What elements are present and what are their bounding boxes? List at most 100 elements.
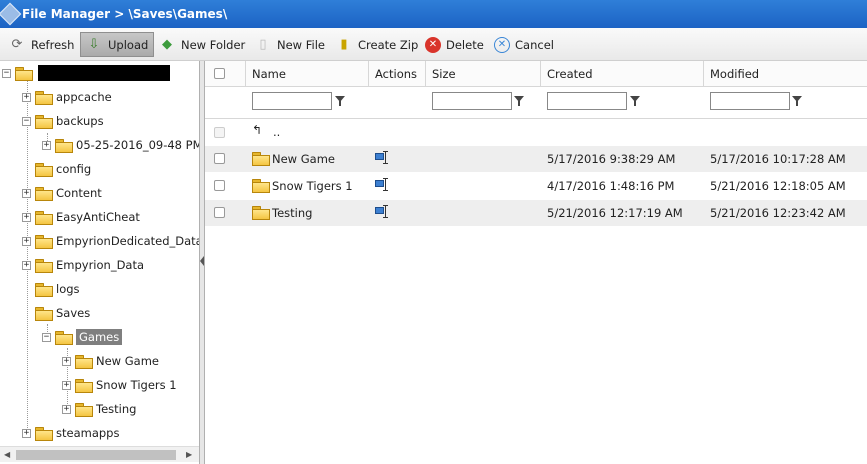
column-header-name[interactable]: Name bbox=[246, 61, 369, 87]
tree-item-games[interactable]: − Games bbox=[42, 328, 123, 346]
size-filter-icon[interactable] bbox=[514, 96, 524, 106]
column-header-size[interactable]: Size bbox=[426, 61, 541, 87]
folder-icon bbox=[252, 206, 270, 220]
tree-item-snow-tigers-1[interactable]: + Snow Tigers 1 bbox=[62, 376, 177, 394]
tree-item-config[interactable]: config bbox=[22, 160, 91, 178]
create-zip-button[interactable]: ▮ Create Zip bbox=[331, 32, 423, 57]
expand-icon[interactable]: + bbox=[22, 236, 31, 246]
folder-tree: − + appcache − backups + 05-25-2016_09-4… bbox=[0, 61, 200, 464]
row-checkbox bbox=[214, 127, 225, 138]
collapse-icon[interactable]: − bbox=[2, 68, 11, 78]
column-header-actions: Actions bbox=[369, 61, 426, 87]
folder-icon bbox=[35, 211, 53, 225]
folder-icon bbox=[35, 235, 53, 249]
folder-icon bbox=[35, 283, 53, 297]
size-filter-input[interactable] bbox=[432, 92, 512, 110]
redacted-root-name bbox=[38, 65, 170, 81]
tree-item-backup-date[interactable]: + 05-25-2016_09-48 PM bbox=[42, 136, 199, 154]
folder-icon bbox=[35, 91, 53, 105]
modified-date: 5/17/2016 10:17:28 AM bbox=[710, 152, 846, 166]
upload-button[interactable]: ⇩ Upload bbox=[80, 32, 155, 57]
table-row[interactable]: New Game 5/17/2016 9:38:29 AM 5/17/2016 … bbox=[205, 146, 867, 172]
new-folder-button[interactable]: ◆ New Folder bbox=[154, 32, 250, 57]
expand-icon[interactable]: + bbox=[42, 140, 51, 150]
name-filter-icon[interactable] bbox=[335, 96, 345, 106]
tree-item-content[interactable]: + Content bbox=[22, 184, 102, 202]
tree-item-backups[interactable]: − backups bbox=[22, 112, 104, 130]
expand-icon[interactable]: + bbox=[22, 428, 31, 438]
column-header-created[interactable]: Created bbox=[541, 61, 704, 87]
collapse-icon[interactable]: − bbox=[42, 332, 51, 342]
cancel-icon: ✕ bbox=[494, 36, 510, 53]
modified-date: 5/21/2016 12:23:42 AM bbox=[710, 206, 846, 220]
delete-button[interactable]: ✕ Delete bbox=[421, 32, 489, 57]
expand-icon[interactable]: + bbox=[22, 260, 31, 270]
tree-horizontal-scrollbar[interactable]: ◀ ▶ bbox=[0, 446, 199, 462]
modified-filter-input[interactable] bbox=[710, 92, 790, 110]
tree-item-easyanticheat[interactable]: + EasyAntiCheat bbox=[22, 208, 140, 226]
table-row[interactable]: Testing 5/21/2016 12:17:19 AM 5/21/2016 … bbox=[205, 200, 867, 226]
folder-icon bbox=[75, 379, 93, 393]
folder-icon bbox=[75, 355, 93, 369]
name-filter-input[interactable] bbox=[252, 92, 332, 110]
row-checkbox[interactable] bbox=[214, 207, 225, 218]
file-name[interactable]: New Game bbox=[272, 152, 335, 166]
tree-item-logs[interactable]: logs bbox=[22, 280, 80, 298]
refresh-icon: ⟳ bbox=[11, 37, 23, 52]
collapse-pane-icon[interactable] bbox=[200, 256, 204, 266]
tree-item-empyriondedicated-data[interactable]: + EmpyrionDedicated_Data bbox=[22, 232, 199, 250]
tree-item-steamapps[interactable]: + steamapps bbox=[22, 424, 119, 442]
zip-icon: ▮ bbox=[340, 37, 348, 52]
table-row[interactable]: Snow Tigers 1 4/17/2016 1:48:16 PM 5/21/… bbox=[205, 173, 867, 199]
folder-icon bbox=[35, 307, 53, 321]
rename-icon[interactable] bbox=[375, 205, 391, 219]
rename-icon[interactable] bbox=[375, 178, 391, 192]
scrollbar-thumb[interactable] bbox=[16, 450, 176, 460]
rename-icon[interactable] bbox=[375, 151, 391, 165]
file-name[interactable]: Testing bbox=[272, 206, 312, 220]
folder-icon bbox=[55, 331, 73, 345]
tree-item-saves[interactable]: Saves bbox=[22, 304, 90, 322]
folder-icon bbox=[35, 187, 53, 201]
select-all-header bbox=[205, 61, 246, 87]
folder-icon bbox=[35, 259, 53, 273]
file-name[interactable]: Snow Tigers 1 bbox=[272, 179, 353, 193]
created-date: 5/21/2016 12:17:19 AM bbox=[547, 206, 683, 220]
row-checkbox[interactable] bbox=[214, 153, 225, 164]
tree-item-testing[interactable]: + Testing bbox=[62, 400, 136, 418]
column-header-modified[interactable]: Modified bbox=[704, 61, 867, 87]
toolbar: ⟳ Refresh ⇩ Upload ◆ New Folder ▯ New Fi… bbox=[0, 28, 867, 61]
select-all-checkbox[interactable] bbox=[214, 68, 225, 79]
expand-icon[interactable]: + bbox=[22, 212, 31, 222]
tree-root[interactable]: − bbox=[2, 64, 170, 82]
modified-filter-icon[interactable] bbox=[792, 96, 802, 106]
tree-item-appcache[interactable]: + appcache bbox=[22, 88, 112, 106]
tree-item-empyrion-data[interactable]: + Empyrion_Data bbox=[22, 256, 144, 274]
created-date: 4/17/2016 1:48:16 PM bbox=[547, 179, 675, 193]
filter-row bbox=[205, 88, 867, 119]
folder-icon bbox=[35, 163, 53, 177]
expand-icon[interactable]: + bbox=[62, 404, 71, 414]
expand-icon[interactable]: + bbox=[22, 188, 31, 198]
new-folder-icon: ◆ bbox=[162, 37, 172, 52]
parent-directory-row[interactable]: ↰ .. bbox=[205, 119, 867, 145]
created-filter-input[interactable] bbox=[547, 92, 627, 110]
title-bar: File Manager > \Saves\Games\ bbox=[0, 0, 867, 28]
folder-icon bbox=[15, 67, 33, 81]
scroll-left-icon[interactable]: ◀ bbox=[4, 450, 10, 459]
folder-icon bbox=[55, 139, 73, 153]
scroll-right-icon[interactable]: ▶ bbox=[186, 450, 192, 459]
folder-icon bbox=[252, 179, 270, 193]
row-checkbox[interactable] bbox=[214, 180, 225, 191]
new-file-button[interactable]: ▯ New File bbox=[250, 32, 330, 57]
delete-icon: ✕ bbox=[425, 36, 441, 53]
created-filter-icon[interactable] bbox=[630, 96, 640, 106]
tree-item-new-game[interactable]: + New Game bbox=[62, 352, 159, 370]
refresh-button[interactable]: ⟳ Refresh bbox=[4, 32, 79, 57]
collapse-icon[interactable]: − bbox=[22, 116, 31, 126]
modified-date: 5/21/2016 12:18:05 AM bbox=[710, 179, 846, 193]
cancel-button[interactable]: ✕ Cancel bbox=[490, 32, 559, 57]
expand-icon[interactable]: + bbox=[22, 92, 31, 102]
expand-icon[interactable]: + bbox=[62, 380, 71, 390]
expand-icon[interactable]: + bbox=[62, 356, 71, 366]
